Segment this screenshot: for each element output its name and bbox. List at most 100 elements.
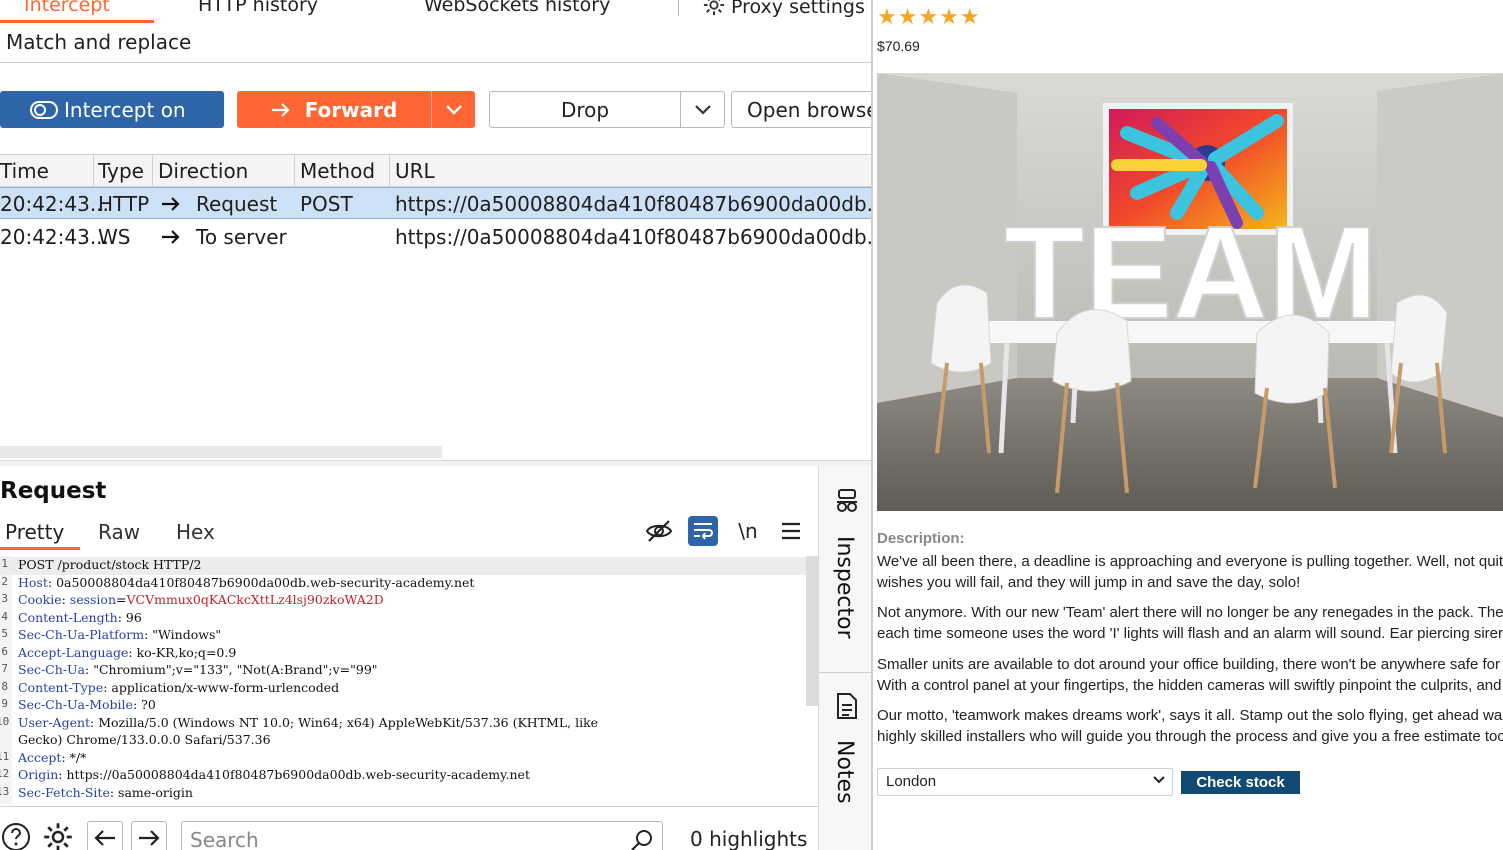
header-key: Sec-Ch-Ua — [18, 662, 86, 677]
header-value: application/x-www-form-urlencoded — [111, 679, 340, 695]
previous-match-button[interactable] — [87, 821, 123, 850]
col-method[interactable]: Method — [300, 159, 375, 183]
drop-dropdown[interactable] — [680, 92, 724, 127]
description-line: highly skilled installers who will guide… — [877, 728, 1503, 745]
header-key: Cookie — [18, 592, 62, 607]
search-placeholder: Search — [190, 828, 259, 850]
editor-scrollbar[interactable] — [806, 556, 818, 706]
check-stock-button[interactable]: Check stock — [1181, 771, 1300, 794]
tab-pretty[interactable]: Pretty — [5, 520, 64, 544]
chevron-down-icon — [694, 104, 711, 115]
table-row[interactable]: 20:42:43... WS To server https://0a50008… — [0, 221, 873, 253]
line-code: Gecko) Chrome/133.0.0.0 Safari/537.36 — [18, 732, 271, 747]
line-code: Content-Type: application/x-www-form-url… — [18, 679, 340, 695]
tab-separator — [678, 0, 679, 16]
menu-icon[interactable] — [776, 516, 806, 546]
header-key: Origin — [18, 767, 59, 782]
tab-raw[interactable]: Raw — [98, 520, 140, 544]
table-row[interactable]: 20:42:43... HTTP Request POST https://0a… — [0, 187, 871, 219]
description-line: Our motto, 'teamwork makes dreams work',… — [877, 707, 1503, 724]
description-line: Not anymore. With our new 'Team' alert t… — [877, 604, 1503, 621]
arrow-left-icon — [94, 830, 115, 846]
store-select[interactable]: London — [877, 768, 1173, 796]
inspector-icon[interactable] — [835, 488, 859, 514]
tab-proxy-settings[interactable]: Proxy settings — [703, 0, 865, 18]
cell-method: POST — [300, 192, 353, 216]
drop-label: Drop — [560, 97, 610, 122]
description-line: Smaller units are available to dot aroun… — [877, 656, 1500, 673]
divider — [0, 62, 871, 63]
notes-tab[interactable]: Notes — [832, 740, 857, 804]
description-line: each time someone uses the word 'I' ligh… — [877, 625, 1503, 642]
next-match-button[interactable] — [131, 821, 167, 850]
col-separator — [152, 155, 153, 187]
editor-bottom-bar: Search 0 highlights — [0, 806, 818, 850]
header-value: ko-KR,ko;q=0.9 — [136, 644, 237, 660]
line-number: 4 — [1, 609, 8, 623]
tab-match-and-replace[interactable]: Match and replace — [6, 30, 191, 54]
line-number: 2 — [1, 574, 8, 588]
line-number: 8 — [1, 679, 8, 693]
col-type[interactable]: Type — [98, 159, 144, 183]
header-value: ?0 — [141, 697, 156, 712]
arrow-right-icon — [271, 102, 290, 117]
open-browser-button[interactable]: Open browser — [731, 91, 871, 128]
cell-direction: Request — [196, 192, 278, 216]
tab-active-underline — [0, 20, 154, 23]
forward-main[interactable]: Forward — [237, 91, 431, 128]
tab-hex[interactable]: Hex — [176, 520, 215, 544]
header-key: Content-Length — [18, 609, 118, 625]
header-value: Mozilla/5.0 (Windows NT 10.0; Win64; x64… — [98, 714, 599, 730]
header-value: Gecko) Chrome/133.0.0.0 Safari/537.36 — [18, 732, 271, 747]
help-icon[interactable] — [0, 821, 32, 850]
divider — [819, 672, 871, 673]
line-number: 6 — [1, 644, 8, 658]
line-code: Sec-Ch-Ua-Platform: "Windows" — [18, 627, 222, 642]
intercept-toggle-button[interactable]: Intercept on — [0, 91, 224, 128]
tab-intercept[interactable]: Intercept — [24, 0, 110, 16]
search-input[interactable]: Search — [181, 821, 663, 850]
col-direction[interactable]: Direction — [158, 159, 248, 183]
request-editor[interactable]: 1 POST /product/stock HTTP/2 2 Host: 0a5000… — [0, 556, 818, 804]
cell-type: HTTP — [98, 192, 150, 216]
hide-icon[interactable] — [644, 516, 674, 546]
settings-gear-icon[interactable] — [42, 821, 74, 850]
burp-proxy-panel: Intercept HTTP history WebSockets histor… — [0, 0, 873, 850]
request-line: 1 POST /product/stock HTTP/2 — [0, 557, 806, 575]
toggle-icon — [30, 100, 58, 119]
chevron-down-icon — [445, 104, 462, 115]
header-value: same-origin — [118, 784, 193, 800]
tab-websockets-history[interactable]: WebSockets history — [424, 0, 610, 16]
forward-button[interactable]: Forward — [237, 91, 475, 128]
line-number: 13 — [0, 784, 10, 798]
proxy-tabs: Intercept HTTP history WebSockets histor… — [0, 0, 871, 24]
request-title: Request — [0, 478, 107, 504]
product-price: $70.69 — [877, 38, 920, 54]
horizontal-scrollbar[interactable] — [0, 446, 442, 458]
description-line: wishes you will fail, and they will jump… — [877, 574, 1301, 591]
cookie-value: VCVmmux0qKACkcXttLz4lsj90zkoWA2D — [126, 592, 384, 607]
notes-icon[interactable] — [835, 692, 859, 720]
tab-proxy-settings-label: Proxy settings — [731, 0, 865, 18]
forward-dropdown[interactable] — [431, 91, 475, 128]
drop-button[interactable]: Drop — [489, 91, 725, 128]
line-code: Content-Length: 96 — [18, 609, 142, 625]
cell-url: https://0a50008804da410f80487b6900da00db… — [395, 225, 873, 249]
search-icon — [631, 830, 652, 850]
col-time[interactable]: Time — [0, 159, 49, 183]
product-page: ★★★★★ $70.69 TEAM Description: We've all… — [875, 0, 1503, 850]
newline-toggle-icon[interactable]: \n — [733, 516, 763, 546]
header-key: Sec-Fetch-Site — [18, 784, 110, 800]
word-wrap-icon[interactable] — [688, 516, 718, 546]
line-number: 10 — [0, 714, 10, 728]
rating-stars: ★★★★★ — [877, 4, 981, 29]
tab-http-history[interactable]: HTTP history — [198, 0, 318, 16]
col-url[interactable]: URL — [395, 159, 435, 183]
arrow-right-icon — [139, 830, 160, 846]
description-paragraph: We've all been there, a deadline is appr… — [877, 551, 1503, 593]
pane-splitter[interactable] — [0, 460, 871, 466]
chevron-down-icon — [1153, 776, 1165, 784]
header-key: Accept — [18, 749, 62, 765]
inspector-tab[interactable]: Inspector — [832, 536, 857, 639]
header-value: "Chromium";v="133", "Not(A:Brand";v="99" — [93, 662, 378, 677]
